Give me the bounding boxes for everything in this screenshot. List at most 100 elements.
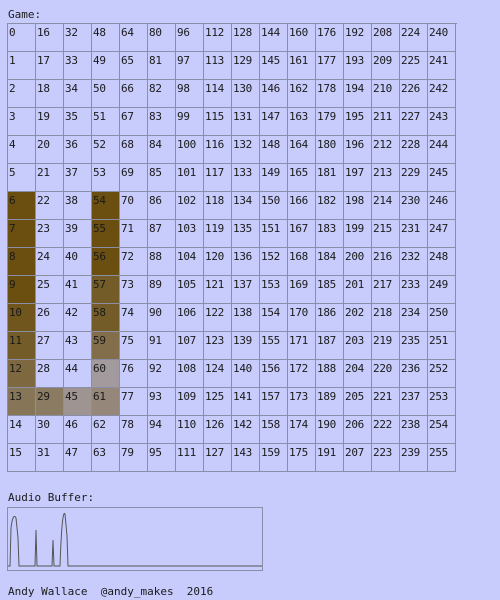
grid-cell[interactable]: 64 — [120, 24, 148, 52]
grid-cell[interactable]: 238 — [400, 416, 428, 444]
grid-cell[interactable]: 166 — [288, 192, 316, 220]
grid-cell[interactable]: 160 — [288, 24, 316, 52]
grid-cell[interactable]: 12 — [8, 360, 36, 388]
grid-cell[interactable]: 86 — [148, 192, 176, 220]
grid-cell[interactable]: 90 — [148, 304, 176, 332]
grid-cell[interactable]: 26 — [36, 304, 64, 332]
grid-cell[interactable]: 0 — [8, 24, 36, 52]
grid-cell[interactable]: 28 — [36, 360, 64, 388]
grid-cell[interactable]: 223 — [372, 444, 400, 472]
grid-cell[interactable]: 66 — [120, 80, 148, 108]
grid-cell[interactable]: 150 — [260, 192, 288, 220]
grid-cell[interactable]: 137 — [232, 276, 260, 304]
grid-cell[interactable]: 168 — [288, 248, 316, 276]
grid-cell[interactable]: 218 — [372, 304, 400, 332]
grid-cell[interactable]: 108 — [176, 360, 204, 388]
grid-cell[interactable]: 84 — [148, 136, 176, 164]
grid-cell[interactable]: 8 — [8, 248, 36, 276]
grid-cell[interactable]: 139 — [232, 332, 260, 360]
grid-cell[interactable]: 24 — [36, 248, 64, 276]
grid-cell[interactable]: 180 — [316, 136, 344, 164]
grid-cell[interactable]: 89 — [148, 276, 176, 304]
grid-cell[interactable]: 253 — [428, 388, 456, 416]
grid-cell[interactable]: 38 — [64, 192, 92, 220]
grid-cell[interactable]: 208 — [372, 24, 400, 52]
grid-cell[interactable]: 33 — [64, 52, 92, 80]
grid-cell[interactable]: 251 — [428, 332, 456, 360]
grid-cell[interactable]: 205 — [344, 388, 372, 416]
grid-cell[interactable]: 252 — [428, 360, 456, 388]
grid-cell[interactable]: 247 — [428, 220, 456, 248]
grid-cell[interactable]: 68 — [120, 136, 148, 164]
grid-cell[interactable]: 73 — [120, 276, 148, 304]
grid-cell[interactable]: 187 — [316, 332, 344, 360]
grid-cell[interactable]: 96 — [176, 24, 204, 52]
grid-cell[interactable]: 194 — [344, 80, 372, 108]
grid-cell[interactable]: 116 — [204, 136, 232, 164]
grid-cell[interactable]: 78 — [120, 416, 148, 444]
grid-cell[interactable]: 34 — [64, 80, 92, 108]
grid-cell[interactable]: 196 — [344, 136, 372, 164]
grid-cell[interactable]: 224 — [400, 24, 428, 52]
grid-cell[interactable]: 138 — [232, 304, 260, 332]
grid-cell[interactable]: 156 — [260, 360, 288, 388]
grid-cell[interactable]: 239 — [400, 444, 428, 472]
grid-cell[interactable]: 99 — [176, 108, 204, 136]
grid-cell[interactable]: 143 — [232, 444, 260, 472]
grid-cell[interactable]: 2 — [8, 80, 36, 108]
grid-cell[interactable]: 164 — [288, 136, 316, 164]
grid-cell[interactable]: 118 — [204, 192, 232, 220]
grid-cell[interactable]: 102 — [176, 192, 204, 220]
grid-cell[interactable]: 15 — [8, 444, 36, 472]
grid-cell[interactable]: 191 — [316, 444, 344, 472]
grid-cell[interactable]: 249 — [428, 276, 456, 304]
grid-cell[interactable]: 54 — [92, 192, 120, 220]
grid-cell[interactable]: 214 — [372, 192, 400, 220]
grid-cell[interactable]: 203 — [344, 332, 372, 360]
grid-cell[interactable]: 204 — [344, 360, 372, 388]
grid-cell[interactable]: 141 — [232, 388, 260, 416]
grid-cell[interactable]: 32 — [64, 24, 92, 52]
grid-cell[interactable]: 67 — [120, 108, 148, 136]
grid-cell[interactable]: 62 — [92, 416, 120, 444]
grid-cell[interactable]: 112 — [204, 24, 232, 52]
grid-cell[interactable]: 120 — [204, 248, 232, 276]
grid-cell[interactable]: 183 — [316, 220, 344, 248]
grid-cell[interactable]: 173 — [288, 388, 316, 416]
grid-cell[interactable]: 56 — [92, 248, 120, 276]
grid-cell[interactable]: 134 — [232, 192, 260, 220]
grid-cell[interactable]: 52 — [92, 136, 120, 164]
grid-cell[interactable]: 117 — [204, 164, 232, 192]
grid-cell[interactable]: 244 — [428, 136, 456, 164]
grid-cell[interactable]: 236 — [400, 360, 428, 388]
grid-cell[interactable]: 23 — [36, 220, 64, 248]
grid-cell[interactable]: 171 — [288, 332, 316, 360]
grid-cell[interactable]: 21 — [36, 164, 64, 192]
grid-cell[interactable]: 43 — [64, 332, 92, 360]
grid-cell[interactable]: 189 — [316, 388, 344, 416]
grid-cell[interactable]: 92 — [148, 360, 176, 388]
grid-cell[interactable]: 217 — [372, 276, 400, 304]
grid-cell[interactable]: 242 — [428, 80, 456, 108]
grid-cell[interactable]: 49 — [92, 52, 120, 80]
grid-cell[interactable]: 20 — [36, 136, 64, 164]
grid-cell[interactable]: 106 — [176, 304, 204, 332]
grid-cell[interactable]: 213 — [372, 164, 400, 192]
grid-cell[interactable]: 4 — [8, 136, 36, 164]
grid-cell[interactable]: 41 — [64, 276, 92, 304]
grid-cell[interactable]: 157 — [260, 388, 288, 416]
grid-cell[interactable]: 216 — [372, 248, 400, 276]
grid-cell[interactable]: 155 — [260, 332, 288, 360]
grid-cell[interactable]: 233 — [400, 276, 428, 304]
grid-cell[interactable]: 46 — [64, 416, 92, 444]
grid-cell[interactable]: 169 — [288, 276, 316, 304]
grid-cell[interactable]: 25 — [36, 276, 64, 304]
grid-cell[interactable]: 74 — [120, 304, 148, 332]
grid-cell[interactable]: 75 — [120, 332, 148, 360]
grid-cell[interactable]: 113 — [204, 52, 232, 80]
grid-cell[interactable]: 57 — [92, 276, 120, 304]
grid-cell[interactable]: 30 — [36, 416, 64, 444]
grid-cell[interactable]: 209 — [372, 52, 400, 80]
grid-cell[interactable]: 248 — [428, 248, 456, 276]
grid-cell[interactable]: 181 — [316, 164, 344, 192]
